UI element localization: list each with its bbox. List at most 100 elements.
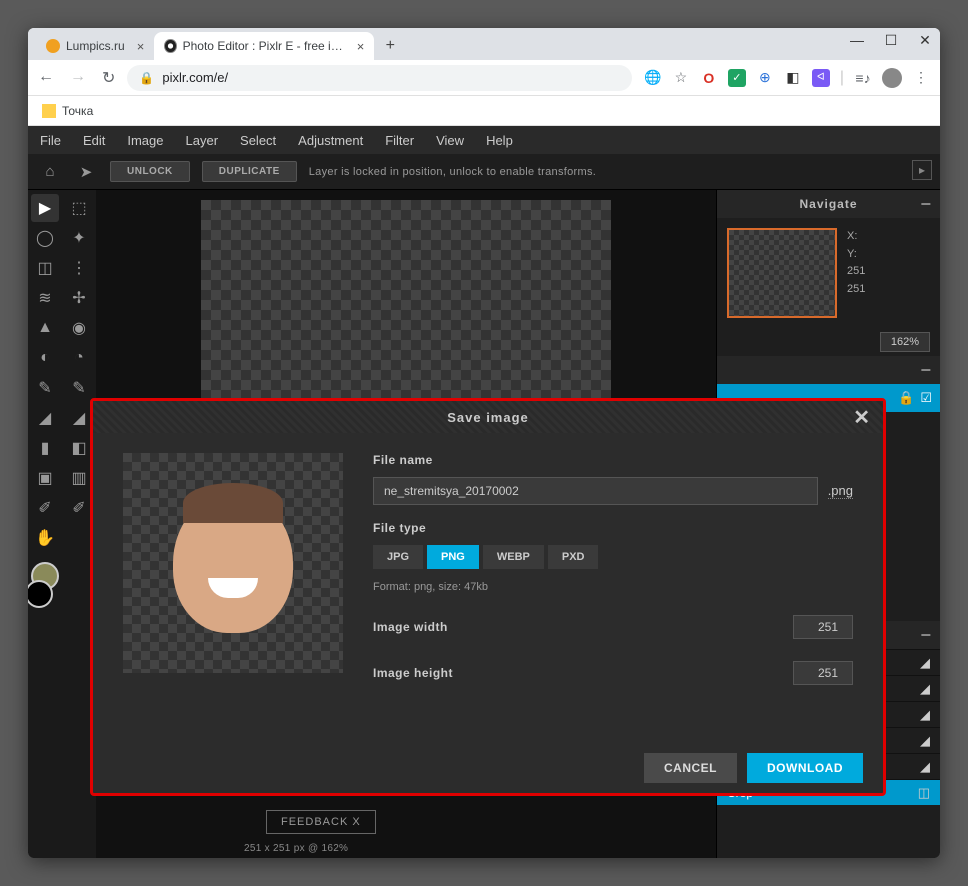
lasso-tool-icon[interactable]: ◯	[31, 224, 59, 252]
collapse-icon[interactable]: −	[920, 625, 932, 646]
forward-icon[interactable]: →	[70, 68, 86, 88]
eyedropper-tool-icon[interactable]: ✐	[31, 494, 59, 522]
dodge-tool-icon[interactable]: ◐	[31, 344, 59, 372]
translate-icon[interactable]: 🌐	[644, 69, 662, 87]
menu-item[interactable]: Help	[486, 133, 513, 148]
menu-item[interactable]: Image	[127, 133, 163, 148]
nav-width: 251	[847, 263, 865, 281]
back-icon[interactable]: ←	[38, 68, 54, 88]
ext-icon[interactable]: O	[700, 69, 718, 87]
fill-tool-icon[interactable]: ▮	[31, 434, 59, 462]
extensions: 🌐 ☆ O ✓ ⊕ ◧ ᐊ | ≡♪ ⋮	[644, 68, 930, 88]
crop-tool-icon[interactable]: ◫	[31, 254, 59, 282]
tool-icon[interactable]: ▥	[65, 464, 93, 492]
close-icon[interactable]: ✕	[853, 405, 871, 430]
tool-icon[interactable]: ◉	[65, 314, 93, 342]
menu-item[interactable]: Select	[240, 133, 276, 148]
star-icon[interactable]: ☆	[672, 69, 690, 87]
crop-icon: ◫	[918, 785, 930, 801]
panel-header: −	[717, 356, 940, 384]
marquee-tool-icon[interactable]: ⬚	[65, 194, 93, 222]
tool-icon[interactable]: ◧	[65, 434, 93, 462]
collapse-icon[interactable]: −	[920, 360, 932, 381]
tool-icon[interactable]: ◢	[65, 404, 93, 432]
filetype-group: JPG PNG WEBP PXD	[373, 545, 853, 569]
ext-icon[interactable]: ✓	[728, 69, 746, 87]
panel-toggle-icon[interactable]: ▸	[912, 160, 932, 180]
lock-icon[interactable]: 🔒	[898, 390, 914, 406]
tool-icon[interactable]: ✐	[65, 494, 93, 522]
menu-item[interactable]: Layer	[186, 133, 219, 148]
zoom-value[interactable]: 162%	[880, 332, 930, 352]
minimize-icon[interactable]: —	[850, 32, 864, 49]
width-label: Image width	[373, 620, 448, 634]
hand-tool-icon[interactable]: ✋	[31, 524, 59, 552]
profile-avatar[interactable]	[882, 68, 902, 88]
filetype-png[interactable]: PNG	[427, 545, 479, 569]
checkbox-icon[interactable]: ☑	[920, 390, 932, 406]
nav-x-label: X:	[847, 228, 865, 246]
tab-title: Photo Editor : Pixlr E - free image...	[183, 39, 345, 53]
select-tool-icon[interactable]: ▶	[31, 194, 59, 222]
liquify-tool-icon[interactable]: ≋	[31, 284, 59, 312]
duplicate-button[interactable]: DUPLICATE	[202, 161, 297, 182]
close-icon[interactable]: ✕	[918, 32, 932, 49]
cancel-button[interactable]: CANCEL	[644, 753, 737, 783]
menu-icon[interactable]: ⋮	[912, 69, 930, 87]
tab-close-icon[interactable]: ×	[137, 39, 145, 54]
collapse-icon[interactable]: −	[920, 194, 932, 215]
color-swatch[interactable]	[28, 580, 53, 608]
menubar: File Edit Image Layer Select Adjustment …	[28, 126, 940, 154]
tool-icon[interactable]: ✎	[65, 374, 93, 402]
browser-tab[interactable]: Photo Editor : Pixlr E - free image... ×	[154, 32, 374, 60]
save-form: File name .png File type JPG PNG WEBP PX…	[373, 453, 853, 723]
brush-tool-icon[interactable]: ▲	[31, 314, 59, 342]
menu-item[interactable]: View	[436, 133, 464, 148]
eraser-icon: ◢	[920, 655, 930, 671]
tool-icon[interactable]: ⋮	[65, 254, 93, 282]
browser-window: Lumpics.ru × Photo Editor : Pixlr E - fr…	[28, 28, 940, 858]
navigate-panel-header: Navigate −	[717, 190, 940, 218]
feedback-button[interactable]: FEEDBACK X	[266, 810, 376, 834]
tool-icon[interactable]: ✢	[65, 284, 93, 312]
menu-item[interactable]: Edit	[83, 133, 105, 148]
menu-item[interactable]: Adjustment	[298, 133, 363, 148]
canvas-status: 251 x 251 px @ 162%	[244, 843, 348, 854]
reload-icon[interactable]: ↻	[102, 68, 115, 88]
filetype-jpg[interactable]: JPG	[373, 545, 423, 569]
window-controls: — ☐ ✕	[850, 32, 932, 49]
preview-face	[173, 493, 293, 633]
arrow-icon[interactable]: ➤	[74, 160, 98, 184]
new-tab-button[interactable]: +	[378, 34, 402, 58]
menu-item[interactable]: Filter	[385, 133, 414, 148]
tab-close-icon[interactable]: ×	[357, 39, 365, 54]
menu-item[interactable]: File	[40, 133, 61, 148]
wand-tool-icon[interactable]: ✦	[65, 224, 93, 252]
clone-tool-icon[interactable]: ▣	[31, 464, 59, 492]
filetype-webp[interactable]: WEBP	[483, 545, 544, 569]
tab-title: Lumpics.ru	[66, 39, 125, 53]
eraser-tool-icon[interactable]: ◢	[31, 404, 59, 432]
pen-tool-icon[interactable]: ✎	[31, 374, 59, 402]
browser-tab[interactable]: Lumpics.ru ×	[36, 32, 154, 60]
reading-list-icon[interactable]: ≡♪	[854, 69, 872, 87]
download-button[interactable]: DOWNLOAD	[747, 753, 863, 783]
dialog-header: Save image ✕	[93, 401, 883, 433]
filetype-pxd[interactable]: PXD	[548, 545, 599, 569]
unlock-button[interactable]: UNLOCK	[110, 161, 190, 182]
height-input[interactable]: 251	[793, 661, 853, 685]
width-input[interactable]: 251	[793, 615, 853, 639]
filename-input[interactable]	[373, 477, 818, 505]
bookmark-item[interactable]: Точка	[62, 104, 93, 118]
maximize-icon[interactable]: ☐	[884, 32, 898, 49]
ext-icon[interactable]: ◧	[784, 69, 802, 87]
home-icon[interactable]: ⌂	[38, 160, 62, 184]
tool-icon[interactable]: ◔	[65, 344, 93, 372]
ext-icon[interactable]: ᐊ	[812, 69, 830, 87]
navigate-preview: X: Y: 251 251	[717, 218, 940, 328]
file-extension[interactable]: .png	[828, 483, 853, 499]
ext-icon[interactable]: ⊕	[756, 69, 774, 87]
nav-thumbnail[interactable]	[727, 228, 837, 318]
url-input[interactable]: 🔒 pixlr.com/e/	[127, 65, 631, 91]
url-text: pixlr.com/e/	[162, 70, 228, 85]
